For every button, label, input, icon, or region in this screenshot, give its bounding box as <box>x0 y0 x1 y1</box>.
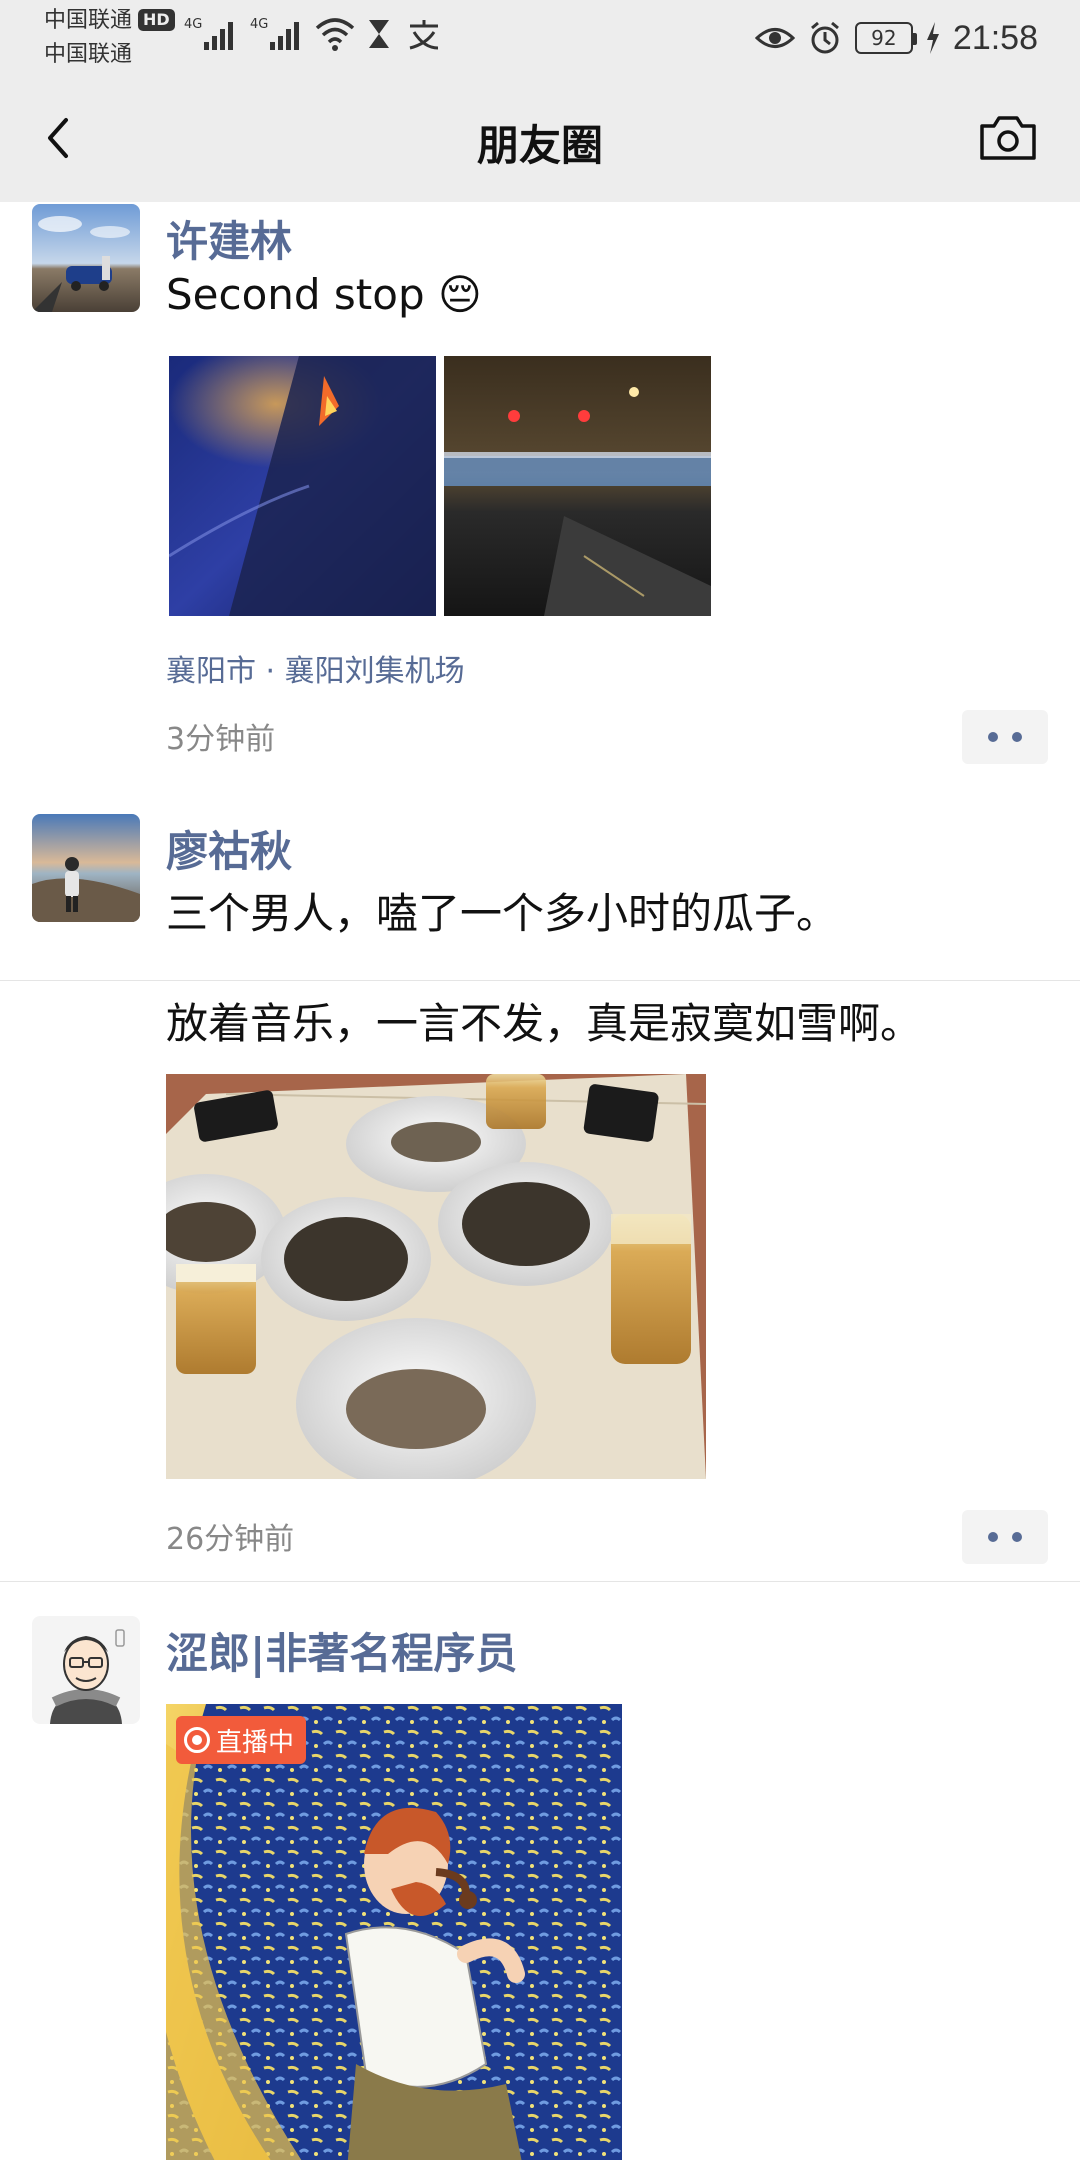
live-stream-cover[interactable]: 直播中 <box>166 1704 622 2160</box>
moments-feed[interactable]: 许建林 Second stop 😔 襄阳市 · 襄阳刘集机场 3分钟前 廖祜秋 … <box>0 202 1080 2160</box>
moment-post: 涩郎|非著名程序员 直播中 <box>0 1582 1080 2160</box>
post-photo[interactable] <box>166 1074 706 1479</box>
post-author-name[interactable]: 廖祜秋 <box>166 818 292 879</box>
network-1-label: 4G <box>184 17 202 32</box>
post-text-line-2: 放着音乐，一言不发，真是寂寞如雪啊。 <box>166 999 923 1048</box>
status-right-group: 92 21:58 <box>754 14 1038 62</box>
signal-4g-icon-2: 4G <box>250 17 299 50</box>
page-title: 朋友圈 <box>476 121 603 170</box>
app-notification-icon <box>409 20 439 50</box>
post-location[interactable]: 襄阳市 · 襄阳刘集机场 <box>166 646 465 690</box>
hourglass-icon <box>369 20 389 48</box>
post-author-name[interactable]: 涩郎|非著名程序员 <box>166 1620 517 1681</box>
network-2-label: 4G <box>250 17 268 32</box>
post-photo[interactable] <box>169 356 436 616</box>
more-actions-button[interactable] <box>962 710 1048 764</box>
live-badge: 直播中 <box>176 1716 307 1764</box>
post-timestamp: 26分钟前 <box>166 1522 295 1557</box>
post-text: Second stop 😔 <box>166 270 482 319</box>
avatar[interactable] <box>32 204 140 312</box>
camera-icon[interactable] <box>976 108 1040 168</box>
post-author-name[interactable]: 许建林 <box>166 208 292 269</box>
live-label: 直播中 <box>216 1727 295 1758</box>
carrier-1-label: 中国联通 <box>44 8 133 33</box>
eye-comfort-icon <box>754 28 795 48</box>
post-photo[interactable] <box>444 356 711 616</box>
live-record-icon <box>184 1727 210 1753</box>
wifi-icon <box>315 18 355 51</box>
nav-bar: 朋友圈 <box>0 78 1080 202</box>
battery-icon: 92 <box>854 22 917 54</box>
post-text-line-1: 三个男人，嗑了一个多小时的瓜子。 <box>166 889 839 938</box>
carrier-primary: 中国联通 HD <box>44 8 175 34</box>
battery-level: 92 <box>871 26 897 50</box>
status-time: 21:58 <box>952 18 1038 57</box>
hd-badge: HD <box>138 9 175 31</box>
status-bar: 中国联通 HD 中国联通 4G 4G 92 21:58 <box>0 0 1080 78</box>
avatar[interactable] <box>32 814 140 922</box>
alarm-icon <box>810 21 839 54</box>
carrier-2-label: 中国联通 <box>44 42 133 67</box>
more-actions-button[interactable] <box>962 1510 1048 1564</box>
avatar[interactable] <box>32 1616 140 1724</box>
signal-4g-icon: 4G <box>184 17 233 50</box>
post-timestamp: 3分钟前 <box>166 722 276 757</box>
charging-icon <box>926 22 939 54</box>
moment-post: 廖祜秋 三个男人，嗑了一个多小时的瓜子。 放着音乐，一言不发，真是寂寞如雪啊。 <box>0 782 1080 1582</box>
